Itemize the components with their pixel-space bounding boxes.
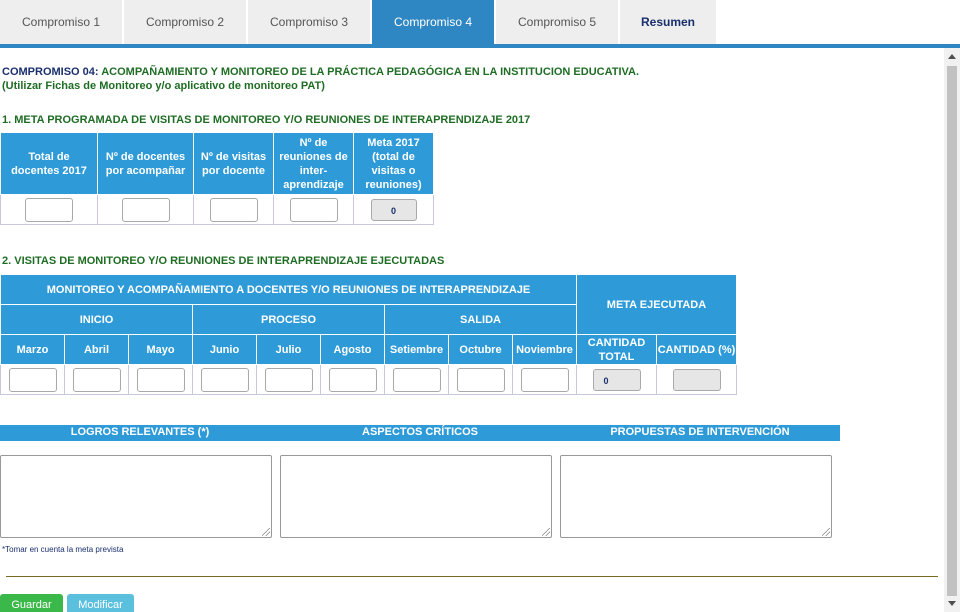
col-reuniones: Nº de reuniones de inter-aprendizaje [273,132,354,195]
form-content: COMPROMISO 04: ACOMPAÑAMIENTO Y MONITORE… [0,48,944,612]
month-noviembre: Noviembre [512,334,577,365]
aspectos-textarea[interactable] [280,455,552,538]
compromiso-title: ACOMPAÑAMIENTO Y MONITOREO DE LA PRÁCTIC… [98,66,640,78]
month-abril: Abril [64,334,129,365]
cell-octubre [448,364,513,395]
aspectos-header: ASPECTOS CRÍTICOS [362,426,478,438]
noviembre-input[interactable] [520,367,569,392]
total-docentes-input[interactable] [25,197,73,222]
month-setiembre: Setiembre [384,334,449,365]
executed-visits-table: MONITOREO Y ACOMPAÑAMIENTO A DOCENTES Y/… [0,274,737,395]
month-julio: Julio [256,334,321,365]
cantidad-percent-readonly [672,368,721,391]
col-total-docentes: Total de docentes 2017 [0,132,98,195]
resize-grip-icon[interactable] [822,528,830,536]
cell-visitas-docente [193,194,274,225]
group-header: MONITOREO Y ACOMPAÑAMIENTO A DOCENTES Y/… [0,274,577,305]
page-subtitle: (Utilizar Fichas de Monitoreo y/o aplica… [2,80,325,92]
tab-compromiso-1[interactable]: Compromiso 1 [0,0,122,44]
compromiso-number: COMPROMISO 04: [2,66,99,78]
tab-compromiso-4[interactable]: Compromiso 4 [372,0,494,44]
month-marzo: Marzo [0,334,65,365]
footnote: *Tomar en cuenta la meta prevista [2,545,124,554]
reuniones-input[interactable] [289,197,338,222]
tab-compromiso-2[interactable]: Compromiso 2 [124,0,246,44]
stage-proceso: PROCESO [192,304,385,335]
cell-meta-2017: 0 [353,194,434,225]
vertical-scrollbar[interactable] [944,48,960,612]
stage-salida: SALIDA [384,304,577,335]
section1-title: 1. META PROGRAMADA DE VISITAS DE MONITOR… [2,114,531,126]
month-mayo: Mayo [128,334,193,365]
cell-junio [192,364,257,395]
edit-button[interactable]: Modificar [67,594,134,612]
scroll-up-icon[interactable] [948,54,956,59]
goal-table: Total de docentes 2017 Nº de docentes po… [0,132,434,225]
cell-reuniones [273,194,354,225]
marzo-input[interactable] [8,367,57,392]
cell-total-docentes [0,194,98,225]
cantidad-percent-header: CANTIDAD (%) [656,334,737,365]
cell-docentes-acompanar [97,194,194,225]
cell-cantidad-percent [656,364,737,395]
cell-mayo [128,364,193,395]
tab-bar: Compromiso 1 Compromiso 2 Compromiso 3 C… [0,0,960,48]
cell-julio [256,364,321,395]
month-junio: Junio [192,334,257,365]
cell-noviembre [512,364,577,395]
cell-agosto [320,364,385,395]
propuestas-header: PROPUESTAS DE INTERVENCIÓN [610,426,790,438]
julio-input[interactable] [264,367,313,392]
scroll-down-icon[interactable] [948,601,956,606]
col-meta-2017: Meta 2017 (total de visitas o reuniones) [353,132,434,195]
mayo-input[interactable] [136,367,185,392]
resize-grip-icon[interactable] [542,528,550,536]
month-octubre: Octubre [448,334,513,365]
propuestas-textarea[interactable] [560,455,832,538]
agosto-input[interactable] [328,367,377,392]
logros-header: LOGROS RELEVANTES (*) [70,426,210,438]
setiembre-input[interactable] [392,367,441,392]
visitas-docente-input[interactable] [209,197,258,222]
abril-input[interactable] [72,367,121,392]
junio-input[interactable] [200,367,249,392]
col-docentes-acompanar: Nº de docentes por acompañar [97,132,194,195]
page-title: COMPROMISO 04: ACOMPAÑAMIENTO Y MONITORE… [2,66,639,78]
section2-title: 2. VISITAS DE MONITOREO Y/O REUNIONES DE… [2,255,445,267]
tab-resumen[interactable]: Resumen [620,0,716,44]
cell-abril [64,364,129,395]
month-agosto: Agosto [320,334,385,365]
meta-2017-readonly: 0 [370,198,417,221]
scroll-thumb[interactable] [947,66,957,596]
save-button[interactable]: Guardar [0,594,63,612]
logros-textarea[interactable] [0,455,272,538]
stage-inicio: INICIO [0,304,193,335]
observations-header-bar: LOGROS RELEVANTES (*) ASPECTOS CRÍTICOS … [0,425,840,441]
cantidad-total-header: CANTIDAD TOTAL [576,334,657,365]
cell-marzo [0,364,65,395]
cell-cantidad-total: 0 [576,364,657,395]
tab-compromiso-3[interactable]: Compromiso 3 [248,0,370,44]
docentes-acompanar-input[interactable] [121,197,170,222]
cell-setiembre [384,364,449,395]
tab-compromiso-5[interactable]: Compromiso 5 [496,0,618,44]
divider [6,576,938,577]
meta-ejecutada-header: META EJECUTADA [576,274,737,335]
cantidad-total-readonly: 0 [592,368,641,391]
resize-grip-icon[interactable] [262,528,270,536]
octubre-input[interactable] [456,367,505,392]
col-visitas-docente: Nº de visitas por docente [193,132,274,195]
